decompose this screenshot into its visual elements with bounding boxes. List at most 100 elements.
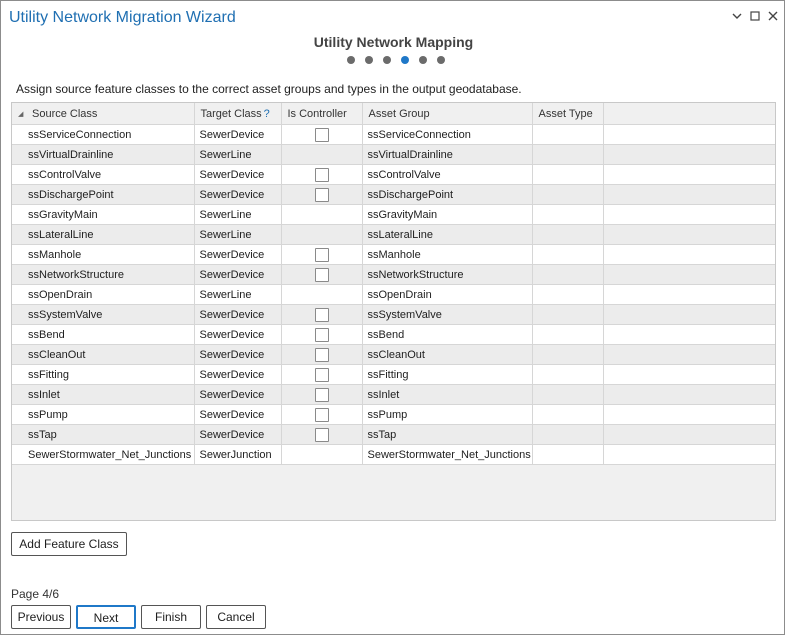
asset-type-cell[interactable] (532, 304, 604, 325)
target-class-cell[interactable]: SewerDevice (194, 244, 282, 265)
asset-type-cell[interactable] (532, 424, 604, 445)
column-header-asset-type[interactable]: Asset Type (532, 103, 604, 125)
is-controller-checkbox[interactable] (314, 267, 329, 282)
asset-type-cell[interactable] (532, 124, 604, 145)
is-controller-cell[interactable] (281, 344, 363, 365)
target-class-cell[interactable]: SewerLine (194, 224, 282, 245)
source-class-cell[interactable]: ssFitting (12, 364, 195, 385)
maximize-icon[interactable] (748, 10, 762, 24)
asset-type-cell[interactable] (532, 384, 604, 405)
source-class-cell[interactable]: ssLateralLine (12, 224, 195, 245)
asset-type-cell[interactable] (532, 344, 604, 365)
is-controller-cell[interactable] (281, 144, 363, 165)
asset-group-cell[interactable]: ssGravityMain (362, 204, 533, 225)
is-controller-cell[interactable] (281, 204, 363, 225)
is-controller-cell[interactable] (281, 424, 363, 445)
target-class-cell[interactable]: SewerDevice (194, 344, 282, 365)
asset-group-cell[interactable]: ssFitting (362, 364, 533, 385)
table-row[interactable]: ssSystemValve SewerDevice ssSystemValve (12, 304, 775, 325)
target-class-cell[interactable]: SewerJunction (194, 444, 282, 465)
table-row[interactable]: ssTap SewerDevice ssTap (12, 424, 775, 445)
target-class-cell[interactable]: SewerLine (194, 284, 282, 305)
asset-group-cell[interactable]: ssTap (362, 424, 533, 445)
add-feature-class-button[interactable]: Add Feature Class (11, 532, 127, 556)
target-class-cell[interactable]: SewerLine (194, 204, 282, 225)
is-controller-checkbox[interactable] (314, 247, 329, 262)
table-row[interactable]: ssServiceConnection SewerDevice ssServiceC… (12, 124, 775, 145)
table-row[interactable]: ssCleanOut SewerDevice ssCleanOut (12, 344, 775, 365)
asset-type-cell[interactable] (532, 444, 604, 465)
target-class-cell[interactable]: SewerDevice (194, 424, 282, 445)
table-row[interactable]: ssFitting SewerDevice ssFitting (12, 364, 775, 385)
is-controller-cell[interactable] (281, 124, 363, 145)
is-controller-cell[interactable] (281, 444, 363, 465)
source-class-cell[interactable]: SewerStormwater_Net_Junctions (12, 444, 195, 465)
target-class-cell[interactable]: SewerDevice (194, 324, 282, 345)
is-controller-cell[interactable] (281, 184, 363, 205)
table-row[interactable]: ssOpenDrain SewerLine ssOpenDrain (12, 284, 775, 305)
table-row[interactable]: SewerStormwater_Net_Junctions SewerJuncti… (12, 444, 775, 465)
asset-group-cell[interactable]: ssCleanOut (362, 344, 533, 365)
asset-type-cell[interactable] (532, 204, 604, 225)
source-class-cell[interactable]: ssInlet (12, 384, 195, 405)
asset-group-cell[interactable]: ssInlet (362, 384, 533, 405)
target-class-cell[interactable]: SewerDevice (194, 404, 282, 425)
asset-type-cell[interactable] (532, 164, 604, 185)
column-header-target-class[interactable]: Target Class? (194, 103, 282, 125)
cancel-button[interactable]: Cancel (206, 605, 266, 629)
help-icon[interactable]: ? (264, 108, 270, 120)
table-row[interactable]: ssDischargePoint SewerDevice ssDischargePo… (12, 184, 775, 205)
is-controller-checkbox[interactable] (314, 367, 329, 382)
asset-group-cell[interactable]: ssManhole (362, 244, 533, 265)
target-class-cell[interactable]: SewerDevice (194, 304, 282, 325)
asset-group-cell[interactable]: ssPump (362, 404, 533, 425)
is-controller-cell[interactable] (281, 304, 363, 325)
target-class-cell[interactable]: SewerDevice (194, 364, 282, 385)
close-icon[interactable] (766, 10, 780, 24)
asset-type-cell[interactable] (532, 284, 604, 305)
is-controller-cell[interactable] (281, 384, 363, 405)
source-class-cell[interactable]: ssControlValve (12, 164, 195, 185)
is-controller-checkbox[interactable] (314, 347, 329, 362)
next-button[interactable]: Next (76, 605, 136, 629)
asset-group-cell[interactable]: ssBend (362, 324, 533, 345)
is-controller-cell[interactable] (281, 264, 363, 285)
asset-group-cell[interactable]: ssVirtualDrainline (362, 144, 533, 165)
is-controller-checkbox[interactable] (314, 427, 329, 442)
asset-type-cell[interactable] (532, 324, 604, 345)
asset-group-cell[interactable]: ssControlValve (362, 164, 533, 185)
source-class-cell[interactable]: ssNetworkStructure (12, 264, 195, 285)
is-controller-checkbox[interactable] (314, 387, 329, 402)
table-row[interactable]: ssPump SewerDevice ssPump (12, 404, 775, 425)
source-class-cell[interactable]: ssServiceConnection (12, 124, 195, 145)
is-controller-checkbox[interactable] (314, 127, 329, 142)
source-class-cell[interactable]: ssCleanOut (12, 344, 195, 365)
table-row[interactable]: ssVirtualDrainline SewerLine ssVirtualDrai… (12, 144, 775, 165)
target-class-cell[interactable]: SewerDevice (194, 184, 282, 205)
table-row[interactable]: ssBend SewerDevice ssBend (12, 324, 775, 345)
source-class-cell[interactable]: ssVirtualDrainline (12, 144, 195, 165)
asset-type-cell[interactable] (532, 184, 604, 205)
source-class-cell[interactable]: ssTap (12, 424, 195, 445)
table-row[interactable]: ssNetworkStructure SewerDevice ssNetworkSt… (12, 264, 775, 285)
asset-type-cell[interactable] (532, 364, 604, 385)
asset-type-cell[interactable] (532, 244, 604, 265)
table-row[interactable]: ssGravityMain SewerLine ssGravityMain (12, 204, 775, 225)
source-class-cell[interactable]: ssSystemValve (12, 304, 195, 325)
asset-group-cell[interactable]: ssLateralLine (362, 224, 533, 245)
is-controller-cell[interactable] (281, 404, 363, 425)
asset-group-cell[interactable]: ssSystemValve (362, 304, 533, 325)
table-row[interactable]: ssInlet SewerDevice ssInlet (12, 384, 775, 405)
is-controller-cell[interactable] (281, 244, 363, 265)
mapping-grid[interactable]: ◢ Source Class Target Class? Is Controll… (11, 102, 776, 521)
source-class-cell[interactable]: ssBend (12, 324, 195, 345)
target-class-cell[interactable]: SewerDevice (194, 264, 282, 285)
target-class-cell[interactable]: SewerLine (194, 144, 282, 165)
is-controller-checkbox[interactable] (314, 187, 329, 202)
asset-group-cell[interactable]: ssNetworkStructure (362, 264, 533, 285)
table-row[interactable]: ssManhole SewerDevice ssManhole (12, 244, 775, 265)
finish-button[interactable]: Finish (141, 605, 201, 629)
target-class-cell[interactable]: SewerDevice (194, 124, 282, 145)
is-controller-checkbox[interactable] (314, 327, 329, 342)
asset-group-cell[interactable]: ssOpenDrain (362, 284, 533, 305)
